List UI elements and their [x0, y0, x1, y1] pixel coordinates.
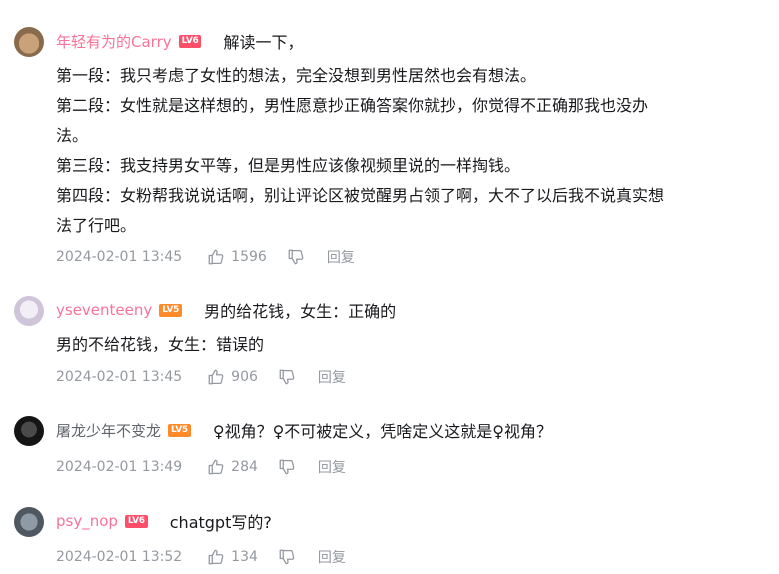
timestamp: 2024-02-01 13:45 — [56, 249, 183, 265]
avatar[interactable] — [14, 416, 44, 446]
username[interactable]: psy_nop — [56, 512, 118, 530]
comment-line: 第一段：我只考虑了女性的想法，完全没想到男性居然也会有想法。 — [56, 66, 537, 85]
level-badge: LV5 — [168, 423, 191, 437]
like-count: 284 — [231, 459, 258, 475]
reply-button[interactable]: 回复 — [318, 547, 346, 567]
reply-button[interactable]: 回复 — [318, 457, 346, 477]
like-count: 906 — [231, 369, 258, 385]
level-badge: LV6 — [178, 34, 202, 48]
comment-line: 男的不给花钱，女生：错误的 — [56, 335, 265, 354]
comment-line: 第四段：女粉帮我说说话啊，别让评论区被觉醒男占领了啊，大不了以后我不说真实想 — [56, 186, 665, 205]
reply-button[interactable]: 回复 — [318, 367, 346, 387]
reply-button[interactable]: 回复 — [327, 247, 355, 267]
comment-line: 第二段：女性就是这样想的，男性愿意抄正确答案你就抄，你觉得不正确那我也没办 — [56, 96, 649, 115]
thumbs-down-icon[interactable] — [278, 548, 296, 566]
timestamp: 2024-02-01 13:49 — [56, 459, 183, 475]
thumbs-down-icon[interactable] — [278, 368, 296, 386]
username[interactable]: 年轻有为的Carry — [56, 31, 172, 52]
comment-first-line: chatgpt写的? — [169, 513, 272, 532]
avatar[interactable] — [14, 27, 44, 57]
comment-first-line: ♀视角？♀不可被定义，凭啥定义这就是♀视角？ — [212, 422, 553, 441]
username[interactable]: 屠龙少年不变龙 — [56, 420, 161, 441]
thumbs-down-icon[interactable] — [287, 248, 305, 266]
comment-header: 年轻有为的Carry LV6 解读一下， — [56, 28, 303, 54]
level-badge: LV5 — [159, 303, 183, 317]
comment-content: 男的不给花钱，女生：错误的 — [56, 330, 769, 360]
comment-line: 第三段：我支持男女平等，但是男性应该像视频里说的一样掏钱。 — [56, 156, 521, 175]
comment-line: 法了行吧。 — [56, 216, 137, 235]
thumbs-down-icon[interactable] — [278, 458, 296, 476]
thumbs-up-icon[interactable] — [207, 248, 225, 266]
like-count: 1596 — [231, 249, 267, 265]
comment-meta: 2024-02-01 13:49 284 回复 — [56, 457, 346, 477]
username[interactable]: yseventeeny — [56, 301, 152, 319]
comment-first-line: 男的给花钱，女生：正确的 — [204, 302, 397, 321]
thumbs-up-icon[interactable] — [207, 368, 225, 386]
timestamp: 2024-02-01 13:45 — [56, 369, 183, 385]
avatar[interactable] — [14, 296, 44, 326]
thumbs-up-icon[interactable] — [207, 458, 225, 476]
comment-header: 屠龙少年不变龙 LV5 ♀视角？♀不可被定义，凭啥定义这就是♀视角？ — [56, 417, 552, 443]
comment-meta: 2024-02-01 13:45 906 回复 — [56, 367, 346, 387]
thumbs-up-icon[interactable] — [207, 548, 225, 566]
comment-meta: 2024-02-01 13:45 1596 回复 — [56, 247, 355, 267]
comment-first-line: 解读一下， — [223, 33, 304, 52]
avatar[interactable] — [14, 507, 44, 537]
comment-header: yseventeeny LV5 男的给花钱，女生：正确的 — [56, 297, 396, 323]
comment-header: psy_nop LV6 chatgpt写的? — [56, 508, 272, 534]
level-badge: LV6 — [124, 514, 148, 528]
comment-content: 第一段：我只考虑了女性的想法，完全没想到男性居然也会有想法。 第二段：女性就是这… — [56, 61, 769, 241]
timestamp: 2024-02-01 13:52 — [56, 549, 183, 565]
comment-meta: 2024-02-01 13:52 134 回复 — [56, 547, 346, 567]
like-count: 134 — [231, 549, 258, 565]
comment-line: 法。 — [56, 126, 89, 145]
